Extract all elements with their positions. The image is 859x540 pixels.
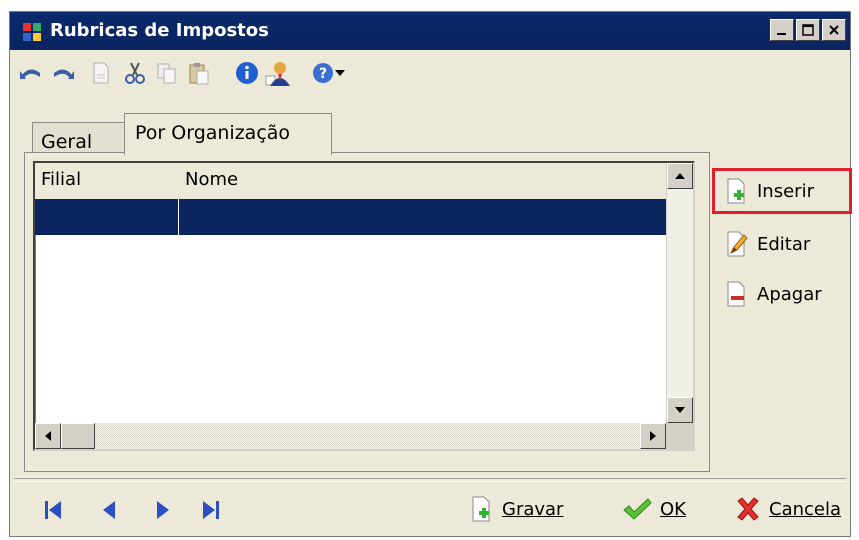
last-record-icon[interactable] bbox=[198, 497, 224, 523]
scroll-left-button[interactable] bbox=[35, 423, 61, 449]
vertical-scrollbar[interactable] bbox=[666, 163, 693, 423]
checkmark-icon bbox=[623, 498, 652, 520]
cancel-button[interactable]: Cancela bbox=[735, 492, 841, 526]
previous-record-icon[interactable] bbox=[96, 497, 122, 523]
tab-geral-label: Geral bbox=[41, 131, 93, 153]
cancel-label: Cancela bbox=[769, 498, 842, 520]
grid-header: Filial Nome bbox=[35, 163, 666, 199]
save-icon bbox=[472, 496, 490, 522]
minimize-button[interactable] bbox=[770, 19, 794, 41]
column-header-nome[interactable]: Nome bbox=[185, 169, 238, 190]
delete-icon bbox=[727, 281, 745, 307]
maximize-button[interactable] bbox=[796, 19, 820, 41]
app-icon bbox=[22, 22, 42, 42]
undo-icon[interactable] bbox=[18, 60, 44, 86]
tab-geral[interactable]: Geral bbox=[32, 122, 126, 154]
insert-label: Inserir bbox=[757, 180, 814, 202]
delete-button[interactable]: Apagar bbox=[725, 277, 822, 311]
scroll-down-button[interactable] bbox=[667, 397, 693, 423]
toolbar: ? bbox=[10, 52, 850, 94]
scrollbar-corner bbox=[666, 423, 693, 449]
first-record-icon[interactable] bbox=[40, 497, 66, 523]
column-separator bbox=[178, 199, 179, 235]
ok-label: OK bbox=[660, 498, 686, 520]
insert-button[interactable]: Inserir bbox=[725, 174, 814, 208]
scroll-right-button[interactable] bbox=[640, 423, 666, 449]
organization-panel: Filial Nome bbox=[24, 152, 710, 472]
edit-button[interactable]: Editar bbox=[725, 227, 810, 261]
edit-icon bbox=[727, 231, 748, 257]
table-row[interactable] bbox=[35, 199, 666, 235]
next-record-icon[interactable] bbox=[150, 497, 176, 523]
cut-icon[interactable] bbox=[122, 60, 148, 86]
scroll-up-button[interactable] bbox=[667, 163, 693, 189]
tab-por-organizacao-label: Por Organização bbox=[135, 122, 291, 144]
redo-icon[interactable] bbox=[50, 60, 76, 86]
paste-icon[interactable] bbox=[186, 60, 212, 86]
svg-text:?: ? bbox=[319, 66, 327, 82]
dropdown-arrow-icon[interactable] bbox=[332, 60, 348, 86]
horizontal-scrollbar[interactable] bbox=[35, 423, 666, 449]
edit-label: Editar bbox=[757, 233, 811, 255]
info-icon[interactable] bbox=[234, 60, 260, 86]
cancel-x-icon bbox=[737, 497, 759, 521]
window-title: Rubricas de Impostos bbox=[50, 20, 269, 41]
column-header-filial[interactable]: Filial bbox=[41, 169, 81, 190]
delete-label: Apagar bbox=[757, 283, 822, 305]
ok-button[interactable]: OK bbox=[622, 492, 686, 526]
organization-grid[interactable]: Filial Nome bbox=[33, 161, 695, 451]
title-bar: Rubricas de Impostos bbox=[10, 12, 850, 50]
user-icon[interactable] bbox=[264, 60, 290, 86]
copy-icon[interactable] bbox=[154, 60, 180, 86]
close-button[interactable] bbox=[822, 19, 846, 41]
save-button[interactable]: Gravar bbox=[470, 492, 563, 526]
save-label: Gravar bbox=[502, 498, 564, 520]
insert-icon bbox=[727, 178, 745, 204]
tab-por-organizacao[interactable]: Por Organização bbox=[124, 113, 332, 155]
horizontal-scroll-thumb[interactable] bbox=[61, 423, 95, 449]
footer-divider bbox=[14, 478, 846, 482]
dialog-window: Rubricas de Impostos ? Geral Por Organiz… bbox=[9, 11, 852, 537]
new-document-icon[interactable] bbox=[88, 60, 114, 86]
